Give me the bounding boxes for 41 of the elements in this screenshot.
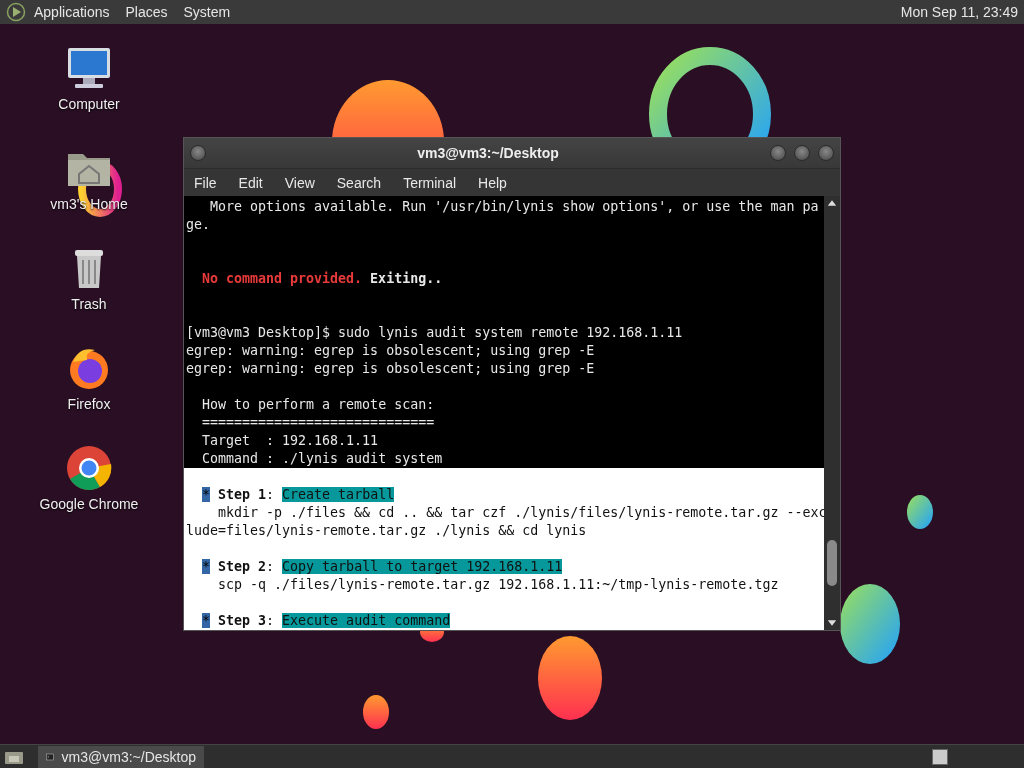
menu-item[interactable]: Search bbox=[336, 174, 382, 191]
desktop-icon-label[interactable]: Google Chrome bbox=[39, 496, 139, 512]
close-button[interactable] bbox=[818, 145, 834, 161]
terminal-line: Target : 192.168.1.11 bbox=[201, 432, 380, 450]
menu-item[interactable]: File bbox=[194, 174, 217, 191]
menu-item[interactable]: Help bbox=[478, 174, 507, 191]
scrollbar-thumb[interactable] bbox=[827, 540, 837, 586]
desktop-icon-label[interactable]: Trash bbox=[71, 296, 107, 312]
terminal-icon bbox=[46, 750, 54, 763]
menu-item[interactable]: View bbox=[284, 174, 315, 191]
chrome-icon[interactable] bbox=[65, 444, 113, 492]
panel-menu[interactable]: Places bbox=[125, 4, 168, 20]
menu-item[interactable]: Edit bbox=[238, 174, 263, 191]
taskbar-button[interactable]: vm3@vm3:~/Desktop bbox=[38, 745, 204, 768]
menu-item[interactable]: Terminal bbox=[403, 174, 457, 191]
terminal-line: * Step 3: Execute audit command bbox=[201, 612, 452, 630]
terminal-line: ge. bbox=[185, 216, 212, 234]
terminal-line: lude=files/lynis-remote.tar.gz ./lynis && cd lynis bbox=[185, 522, 588, 540]
minimize-button[interactable] bbox=[770, 145, 786, 161]
scrollbar[interactable] bbox=[824, 196, 840, 630]
desktop-icon-label[interactable]: Computer bbox=[58, 96, 120, 112]
terminal-line: [vm3@vm3 Desktop]$ sudo lynis audit system remote 192.168.1.11 bbox=[185, 324, 684, 342]
terminal-line: * Step 1: Create tarball bbox=[201, 486, 396, 504]
terminal-line: ============================= bbox=[201, 414, 436, 432]
panel-menu[interactable]: System bbox=[183, 4, 231, 20]
terminal-line: scp -q ./files/lynis-remote.tar.gz 192.168.1.11:~/tmp-lynis-remote.tgz bbox=[217, 576, 780, 594]
panel-menu[interactable]: Applications bbox=[34, 4, 110, 20]
window-title: vm3@vm3:~/Desktop bbox=[416, 145, 560, 161]
clock[interactable]: Mon Sep 11, 23:49 bbox=[900, 4, 1018, 20]
terminal-line: Command : ./lynis audit system bbox=[201, 450, 444, 468]
maximize-button[interactable] bbox=[794, 145, 810, 161]
workspace-switcher[interactable] bbox=[932, 748, 948, 765]
terminal-line: * Step 2: Copy tarball to target 192.168.1.11 bbox=[201, 558, 564, 576]
terminal-line: No command provided. Exiting.. bbox=[201, 270, 444, 288]
terminal-line: How to perform a remote scan: bbox=[201, 396, 436, 414]
terminal-line: egrep: warning: egrep is obsolescent; using grep -E bbox=[185, 342, 596, 360]
terminal-line: egrep: warning: egrep is obsolescent; using grep -E bbox=[185, 360, 596, 378]
logo-icon[interactable] bbox=[6, 2, 26, 22]
window-menu-button[interactable] bbox=[190, 145, 206, 161]
desktop-icon-label[interactable]: Firefox bbox=[67, 396, 111, 412]
terminal-line: More options available. Run '/usr/bin/lynis show options', or use the man pa bbox=[209, 198, 820, 216]
